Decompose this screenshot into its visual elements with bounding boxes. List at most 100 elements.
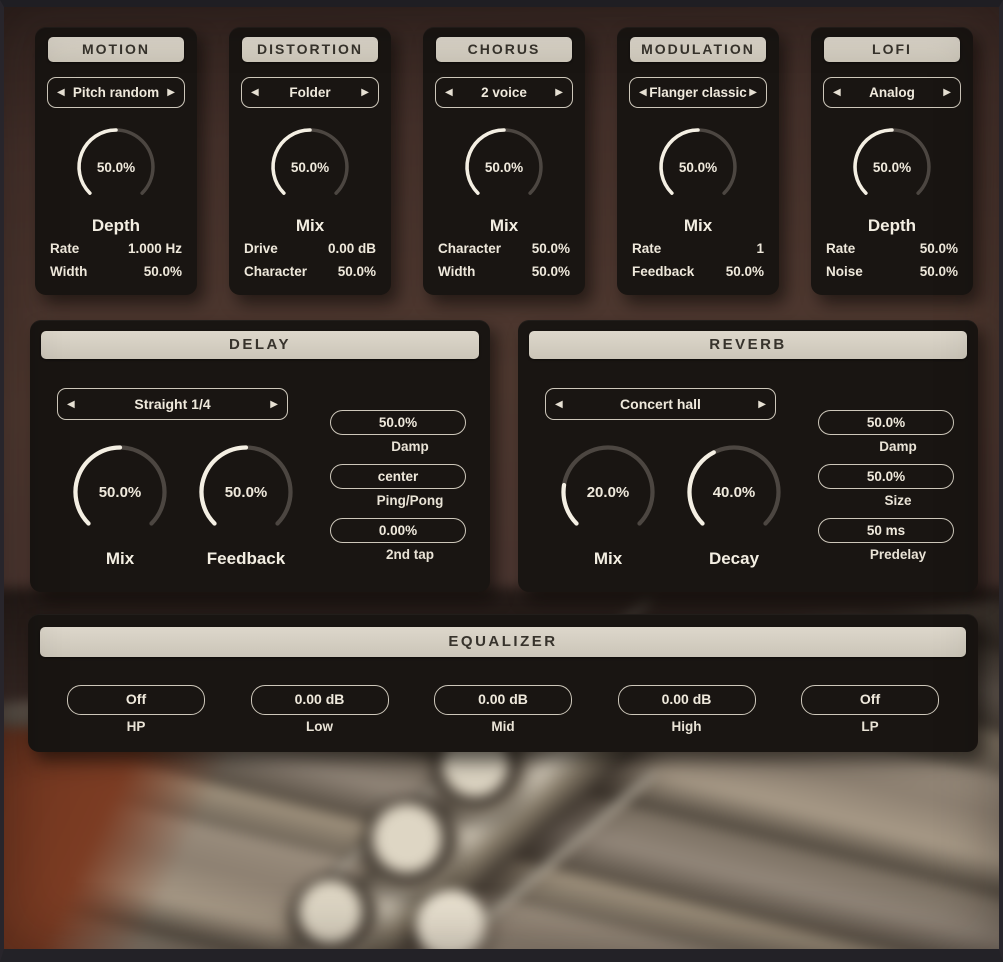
distortion-mix-knob[interactable]: 50.0% <box>266 123 354 211</box>
field-label: LP <box>801 719 939 734</box>
reverb-damp-field[interactable]: 50.0% <box>818 410 954 435</box>
param-value[interactable]: 50.0% <box>532 260 570 283</box>
param-label: Width <box>50 260 87 283</box>
param-value[interactable]: 50.0% <box>726 260 764 283</box>
distortion-preset-selector[interactable]: ◀ Folder ▶ <box>241 77 379 108</box>
field-label: Size <box>818 493 978 508</box>
field-label: HP <box>67 719 205 734</box>
next-arrow-icon[interactable]: ▶ <box>555 87 563 98</box>
next-arrow-icon[interactable]: ▶ <box>943 87 951 98</box>
reverb-decay-knob[interactable]: 40.0% <box>681 439 787 545</box>
next-arrow-icon[interactable]: ▶ <box>167 87 175 98</box>
param-value[interactable]: 50.0% <box>144 260 182 283</box>
lofi-title-button[interactable]: LOFI <box>824 37 960 62</box>
delay-damp-field[interactable]: 50.0% <box>330 410 466 435</box>
modulation-title-button[interactable]: MODULATION <box>630 37 766 62</box>
lofi-preset-selector[interactable]: ◀ Analog ▶ <box>823 77 961 108</box>
chorus-panel: CHORUS ◀ 2 voice ▶ 50.0% Mix Character 5… <box>423 27 585 295</box>
reverb-size-field[interactable]: 50.0% <box>818 464 954 489</box>
reverb-title-button[interactable]: REVERB <box>529 331 967 359</box>
delay-feedback-knob[interactable]: 50.0% <box>193 439 299 545</box>
reverb-panel: REVERB ◀ Concert hall ▶ 20.0% <box>518 320 978 592</box>
field-label: Low <box>251 719 389 734</box>
next-arrow-icon[interactable]: ▶ <box>361 87 369 98</box>
param-label: Noise <box>826 260 863 283</box>
param-row: Character 50.0% <box>244 260 376 283</box>
knob-label: Depth <box>811 216 973 236</box>
knob-label: Depth <box>35 216 197 236</box>
param-value[interactable]: 50.0% <box>920 260 958 283</box>
equalizer-title-button[interactable]: EQUALIZER <box>40 627 966 657</box>
reverb-predelay-field[interactable]: 50 ms <box>818 518 954 543</box>
distortion-preset-value: Folder <box>259 85 362 100</box>
delay-title-button[interactable]: DELAY <box>41 331 479 359</box>
delay-mix-knob[interactable]: 50.0% <box>67 439 173 545</box>
eq-low-field[interactable]: 0.00 dB <box>251 685 389 715</box>
param-label: Feedback <box>632 260 694 283</box>
eq-mid-field[interactable]: 0.00 dB <box>434 685 572 715</box>
lofi-depth-knob[interactable]: 50.0% <box>848 123 936 211</box>
param-value[interactable]: 50.0% <box>920 237 958 260</box>
field-label: High <box>618 719 756 734</box>
lofi-preset-value: Analog <box>841 85 944 100</box>
prev-arrow-icon[interactable]: ◀ <box>57 87 65 98</box>
param-row: Rate 1 <box>632 237 764 260</box>
prev-arrow-icon[interactable]: ◀ <box>445 87 453 98</box>
prev-arrow-icon[interactable]: ◀ <box>251 87 259 98</box>
eq-lp-field[interactable]: Off <box>801 685 939 715</box>
eq-hp-field[interactable]: Off <box>67 685 205 715</box>
delay-pingpong-field[interactable]: center <box>330 464 466 489</box>
chorus-title-button[interactable]: CHORUS <box>436 37 572 62</box>
knob-label: Decay <box>709 549 759 569</box>
motion-title-button[interactable]: MOTION <box>48 37 184 62</box>
knob-value: 50.0% <box>654 123 742 211</box>
field-label: Ping/Pong <box>330 493 490 508</box>
param-value[interactable]: 50.0% <box>532 237 570 260</box>
modulation-preset-selector[interactable]: ◀ Flanger classic ▶ <box>629 77 767 108</box>
prev-arrow-icon[interactable]: ◀ <box>67 399 75 410</box>
param-row: Feedback 50.0% <box>632 260 764 283</box>
knob-label: Mix <box>229 216 391 236</box>
param-label: Rate <box>826 237 855 260</box>
param-label: Width <box>438 260 475 283</box>
param-value[interactable]: 1 <box>756 237 764 260</box>
motion-preset-selector[interactable]: ◀ Pitch random ▶ <box>47 77 185 108</box>
modulation-panel: MODULATION ◀ Flanger classic ▶ 50.0% Mix… <box>617 27 779 295</box>
param-value[interactable]: 1.000 Hz <box>128 237 182 260</box>
knob-label: Feedback <box>207 549 285 569</box>
next-arrow-icon[interactable]: ▶ <box>758 399 766 410</box>
motion-depth-knob[interactable]: 50.0% <box>72 123 160 211</box>
param-row: Character 50.0% <box>438 237 570 260</box>
motion-panel: MOTION ◀ Pitch random ▶ 50.0% Depth Rate… <box>35 27 197 295</box>
prev-arrow-icon[interactable]: ◀ <box>833 87 841 98</box>
delay-2ndtap-field[interactable]: 0.00% <box>330 518 466 543</box>
modulation-preset-value: Flanger classic <box>647 85 750 100</box>
chorus-preset-value: 2 voice <box>453 85 556 100</box>
field-label: Predelay <box>818 547 978 562</box>
reverb-preset-selector[interactable]: ◀ Concert hall ▶ <box>545 388 776 420</box>
modulation-mix-knob[interactable]: 50.0% <box>654 123 742 211</box>
knob-label: Mix <box>594 549 622 569</box>
distortion-title-button[interactable]: DISTORTION <box>242 37 378 62</box>
field-label: Damp <box>330 439 490 454</box>
chorus-mix-knob[interactable]: 50.0% <box>460 123 548 211</box>
equalizer-panel: EQUALIZER Off HP 0.00 dB Low 0.00 dB Mid… <box>28 614 978 752</box>
lofi-panel: LOFI ◀ Analog ▶ 50.0% Depth Rate 50.0% N… <box>811 27 973 295</box>
chorus-preset-selector[interactable]: ◀ 2 voice ▶ <box>435 77 573 108</box>
eq-high-field[interactable]: 0.00 dB <box>618 685 756 715</box>
delay-preset-selector[interactable]: ◀ Straight 1/4 ▶ <box>57 388 288 420</box>
next-arrow-icon[interactable]: ▶ <box>270 399 278 410</box>
motion-preset-value: Pitch random <box>65 85 168 100</box>
knob-label: Mix <box>617 216 779 236</box>
next-arrow-icon[interactable]: ▶ <box>749 87 757 98</box>
prev-arrow-icon[interactable]: ◀ <box>639 87 647 98</box>
knob-label: Mix <box>106 549 134 569</box>
reverb-preset-value: Concert hall <box>563 396 759 412</box>
prev-arrow-icon[interactable]: ◀ <box>555 399 563 410</box>
param-row: Rate 50.0% <box>826 237 958 260</box>
param-value[interactable]: 0.00 dB <box>328 237 376 260</box>
param-label: Rate <box>50 237 79 260</box>
delay-panel: DELAY ◀ Straight 1/4 ▶ 50.0% <box>30 320 490 592</box>
reverb-mix-knob[interactable]: 20.0% <box>555 439 661 545</box>
param-value[interactable]: 50.0% <box>338 260 376 283</box>
